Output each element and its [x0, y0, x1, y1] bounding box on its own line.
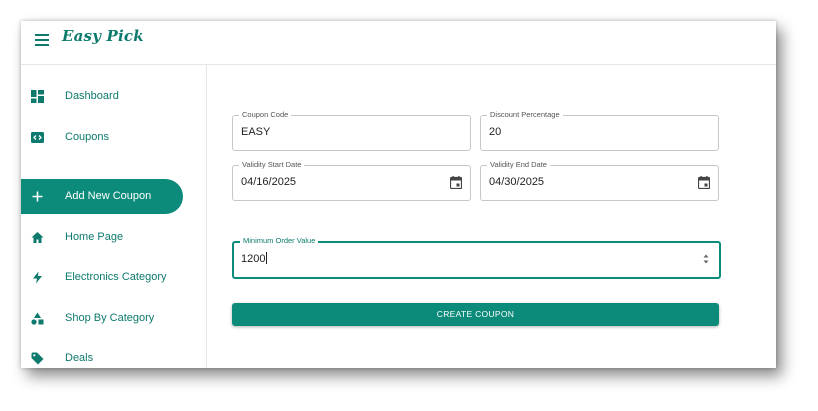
sidebar-item-label: Deals: [65, 352, 94, 364]
sidebar-item-label: Shop By Category: [65, 312, 155, 324]
add-coupon-form: Coupon Code EASY Discount Percentage 20 …: [207, 65, 776, 368]
coupon-code-label: Coupon Code: [239, 110, 292, 120]
validity-start-date-value: 04/16/2025: [241, 176, 297, 188]
minimum-order-value-field[interactable]: Minimum Order Value 1200: [232, 236, 721, 279]
validity-end-date-field[interactable]: Validity End Date 04/30/2025: [480, 160, 719, 201]
sidebar-item-home-page[interactable]: Home Page: [21, 220, 183, 255]
minimum-order-value-label: Minimum Order Value: [240, 236, 319, 246]
discount-percentage-field[interactable]: Discount Percentage 20: [480, 110, 719, 151]
lightning-icon: [33, 271, 42, 284]
sidebar-item-label: Add New Coupon: [65, 190, 152, 202]
validity-end-date-label: Validity End Date: [487, 160, 550, 170]
minimum-order-value-wrapper: 1200: [241, 252, 268, 265]
sidebar-item-label: Dashboard: [65, 90, 119, 102]
tag-icon: [31, 352, 44, 365]
dashboard-icon: [31, 90, 44, 103]
discount-percentage-value: 20: [489, 126, 502, 138]
sidebar-item-coupons[interactable]: Coupons: [21, 120, 183, 155]
sidebar-item-electronics-category[interactable]: Electronics Category: [21, 260, 183, 295]
validity-start-date-label: Validity Start Date: [239, 160, 305, 170]
validity-end-date-value: 04/30/2025: [489, 176, 545, 188]
number-stepper-icon[interactable]: [703, 253, 709, 265]
discount-percentage-label: Discount Percentage: [487, 110, 563, 120]
text-cursor: [266, 252, 268, 264]
minimum-order-value: 1200: [241, 253, 266, 265]
sidebar-item-label: Coupons: [65, 131, 110, 143]
coupon-code-field[interactable]: Coupon Code EASY: [232, 110, 471, 151]
create-coupon-button[interactable]: CREATE COUPON: [232, 303, 719, 326]
menu-icon[interactable]: [35, 32, 49, 46]
sidebar-item-dashboard[interactable]: Dashboard: [21, 79, 183, 114]
calendar-icon[interactable]: [698, 176, 710, 189]
sidebar-item-label: Home Page: [65, 231, 124, 243]
calendar-icon[interactable]: [450, 176, 462, 189]
sidebar-item-shop-by-category[interactable]: Shop By Category: [21, 301, 183, 336]
sidebar-item-label: Electronics Category: [65, 271, 167, 283]
home-icon: [31, 232, 44, 243]
app-window: Easy Pick Dashboard Coupons Add New Coup…: [21, 21, 776, 368]
brand-logo[interactable]: Easy Pick: [62, 27, 144, 45]
sidebar-item-add-new-coupon[interactable]: Add New Coupon: [21, 179, 183, 214]
coupon-code-value: EASY: [241, 126, 271, 138]
sidebar: Dashboard Coupons Add New Coupon Home Pa…: [21, 65, 207, 368]
sidebar-item-deals[interactable]: Deals: [21, 341, 183, 368]
category-shapes-icon: [31, 312, 44, 325]
coupon-icon: [31, 132, 44, 143]
plus-icon: [32, 191, 43, 202]
top-app-bar: Easy Pick: [21, 21, 776, 65]
validity-start-date-field[interactable]: Validity Start Date 04/16/2025: [232, 160, 471, 201]
